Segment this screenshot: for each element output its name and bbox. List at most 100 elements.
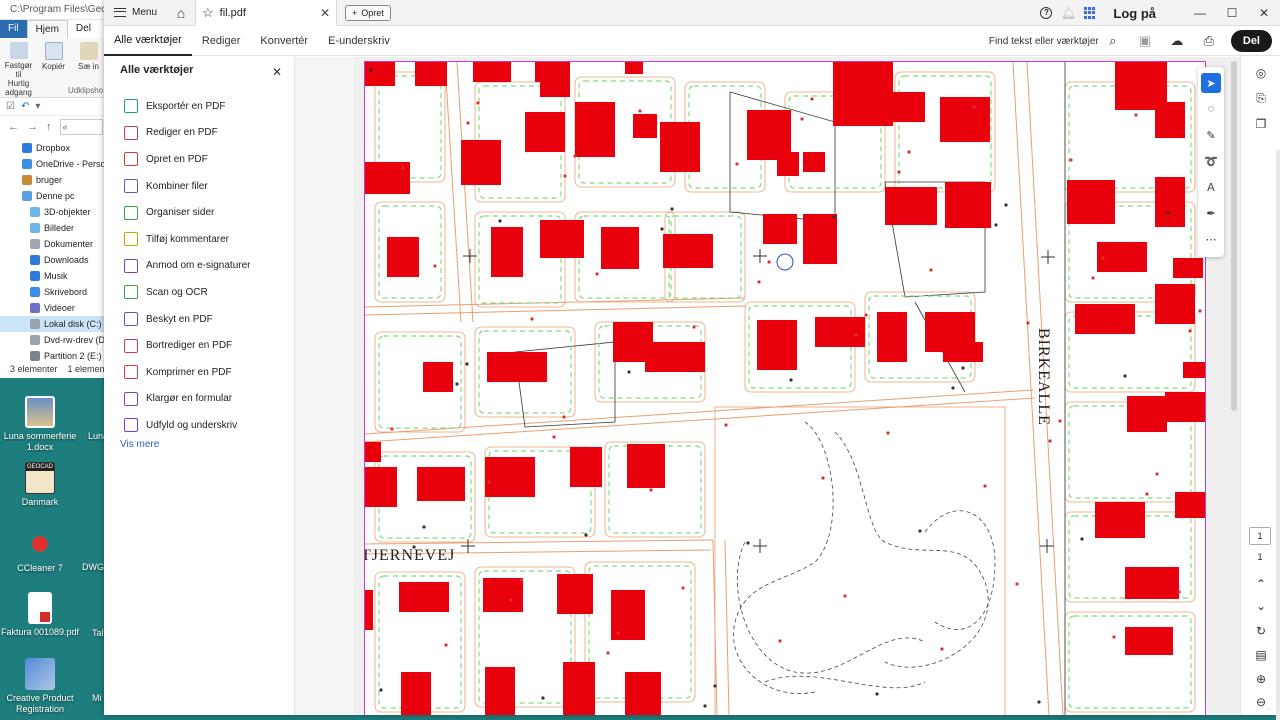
tab-e-sign[interactable]: E-underskriv <box>318 26 400 56</box>
desktop-icon-ccleaner[interactable]: CCleaner 7 <box>0 528 80 574</box>
rotate-icon[interactable]: ↻ <box>1253 623 1269 639</box>
drive-icon <box>30 351 40 361</box>
save-icon[interactable]: ▣ <box>1131 29 1159 53</box>
tool-item[interactable]: Bortrediger en PDF <box>124 332 251 359</box>
sign-pen-icon[interactable]: ✒ <box>1201 203 1221 223</box>
tree-item-this-pc[interactable]: Denne pc <box>0 188 105 204</box>
survey-dot <box>810 97 814 101</box>
upload-cloud-icon[interactable]: ☁ <box>1163 29 1191 53</box>
page-down-icon[interactable]: ⌄ <box>1253 598 1269 614</box>
login-link[interactable]: Log på <box>1113 6 1156 21</box>
building <box>423 362 453 392</box>
find-tools-search[interactable]: Find tekst eller værktøjer <box>989 36 1099 47</box>
tab-all-tools[interactable]: Alle værktøjer <box>104 26 192 56</box>
copy-pages-icon[interactable]: ❐ <box>1253 116 1269 132</box>
acrobat-window: Menu ⌂ ☆ fil.pdf ✕ + Opret ? 🔔︎ Log på —… <box>104 0 1280 715</box>
page-fit-icon[interactable]: ▤ <box>1253 647 1269 663</box>
desktop-icon-creative-product-registration[interactable]: Creative Product Registration <box>0 658 80 715</box>
tree-item-dvd-drive[interactable]: Dvd-rw-drev (D:) <box>0 332 105 348</box>
toolbar-dropdown-icon[interactable]: ▾ <box>35 101 40 112</box>
address-input[interactable]: « <box>59 119 103 135</box>
tool-item[interactable]: Udfyld og underskriv <box>124 412 251 439</box>
see-more-link[interactable]: Vis mere <box>120 439 159 450</box>
pdf-page[interactable]: BIRKEALLE TJERNEVEJ <box>364 61 1206 715</box>
desktop-icon-invoice-pdf[interactable]: Faktura 001089.pdf <box>0 592 80 638</box>
tree-item-pictures[interactable]: Billeder <box>0 220 105 236</box>
page-up-icon[interactable]: ⌃ <box>1253 576 1269 592</box>
apps-grid-icon[interactable] <box>1084 7 1096 19</box>
tool-item[interactable]: Scan og OCR <box>124 279 251 306</box>
tool-icon <box>124 258 138 273</box>
more-options-icon[interactable]: ⋯ <box>1201 229 1221 249</box>
star-icon[interactable]: ☆ <box>202 5 214 21</box>
tree-item-user[interactable]: bruger <box>0 172 105 188</box>
ribbon-tab-home[interactable]: Hjem <box>26 20 68 38</box>
close-panel-icon[interactable]: ✕ <box>272 65 282 79</box>
tree-item-videos[interactable]: Videoer <box>0 300 105 316</box>
help-icon[interactable]: ? <box>1040 7 1053 19</box>
footpath <box>733 421 834 694</box>
survey-dot <box>940 647 944 651</box>
ribbon-tab-file[interactable]: Fil <box>0 20 27 38</box>
tool-item[interactable]: Organiser sider <box>124 199 251 226</box>
desktop-icon-luna-docx[interactable]: Luna sommerferie 1.docx <box>0 396 80 453</box>
comment-bubble-icon[interactable]: ◎ <box>1253 65 1269 81</box>
maximize-icon[interactable]: ☐ <box>1216 6 1248 20</box>
page-number-input[interactable]: 1 <box>1249 527 1271 545</box>
tool-item[interactable]: Beskyt en PDF <box>124 306 251 333</box>
print-icon[interactable]: ⎙ <box>1195 29 1223 53</box>
tab-edit[interactable]: Rediger <box>192 26 251 56</box>
create-new-button[interactable]: + Opret <box>345 4 391 21</box>
zoom-out-icon[interactable]: ⊖ <box>1253 694 1269 710</box>
home-icon[interactable]: ⌂ <box>167 0 195 26</box>
tree-item-3d-objects[interactable]: 3D-objekter <box>0 204 105 220</box>
tool-item[interactable]: Anmod om e-signaturer <box>124 253 251 280</box>
tree-item-dropbox[interactable]: Dropbox <box>0 140 105 156</box>
tree-item-onedrive[interactable]: OneDrive - Persona <box>0 156 105 172</box>
scrollbar-thumb[interactable] <box>1231 61 1237 411</box>
minimize-icon[interactable]: — <box>1184 6 1216 20</box>
comment-icon[interactable]: ◌ <box>1201 99 1221 119</box>
bookmark-icon[interactable]: ⎘ <box>1253 90 1269 106</box>
tree-item-desktop[interactable]: Skrivebord <box>0 284 105 300</box>
share-button[interactable]: Del <box>1230 30 1272 52</box>
text-box-icon[interactable]: Ａ <box>1201 177 1221 197</box>
survey-dot <box>433 264 437 268</box>
tab-convert[interactable]: Konvertér <box>250 26 318 56</box>
tool-item-label: Bortrediger en PDF <box>146 340 233 352</box>
tool-item[interactable]: Eksportér en PDF <box>124 93 251 120</box>
menu-button[interactable]: Menu <box>104 0 167 26</box>
tool-item[interactable]: Komprimer en PDF <box>124 359 251 386</box>
document-viewport[interactable]: BIRKEALLE TJERNEVEJ <box>354 57 1240 715</box>
document-tab[interactable]: ☆ fil.pdf ✕ <box>195 0 338 26</box>
up-arrow-icon[interactable]: ↑ <box>46 121 52 133</box>
tool-item[interactable]: Tilføj kommentarer <box>124 226 251 253</box>
desktop-icon-danmark[interactable]: GEOCAD Danmark <box>0 462 80 508</box>
ribbon-tab-share[interactable]: Del <box>68 20 99 38</box>
tool-item[interactable]: Klargør en formular <box>124 386 251 413</box>
draw-lasso-icon[interactable]: ➰ <box>1201 151 1221 171</box>
highlighter-pen-icon[interactable]: ✎ <box>1201 125 1221 145</box>
forward-arrow-icon[interactable]: → <box>27 121 38 133</box>
tool-item[interactable]: Kombiner filer <box>124 173 251 200</box>
close-tab-icon[interactable]: ✕ <box>320 6 330 20</box>
tree-item-downloads[interactable]: Downloads <box>0 252 105 268</box>
tree-item-local-disk[interactable]: Lokal disk (C:) <box>0 316 105 332</box>
tool-item[interactable]: Opret en PDF <box>124 146 251 173</box>
tool-item[interactable]: Rediger en PDF <box>124 120 251 147</box>
tree-item-partition-2[interactable]: Partition 2 (E:) <box>0 348 105 364</box>
select-cursor-icon[interactable]: ➤ <box>1201 73 1221 93</box>
window-close-icon[interactable]: ✕ <box>1248 6 1280 20</box>
bell-icon[interactable]: 🔔︎ <box>1057 6 1079 20</box>
properties-icon[interactable]: ☑ <box>6 101 15 112</box>
search-icon[interactable]: ⌕ <box>1099 29 1127 53</box>
vertical-scrollbar[interactable] <box>1231 57 1237 715</box>
tree-item-documents[interactable]: Dokumenter <box>0 236 105 252</box>
back-arrow-icon[interactable]: ← <box>8 121 19 133</box>
pin-quick-access-button[interactable]: Fastgør til Hurtig adgang <box>4 42 33 97</box>
copy-button[interactable]: Kopiér <box>39 42 68 97</box>
tree-item-music[interactable]: Musik <box>0 268 105 284</box>
zoom-in-icon[interactable]: ⊕ <box>1253 671 1269 687</box>
undo-icon[interactable]: ↶ <box>21 101 29 112</box>
file-explorer-window: C:\Program Files\GeoC Fil Hjem Del Fastg… <box>0 0 106 378</box>
